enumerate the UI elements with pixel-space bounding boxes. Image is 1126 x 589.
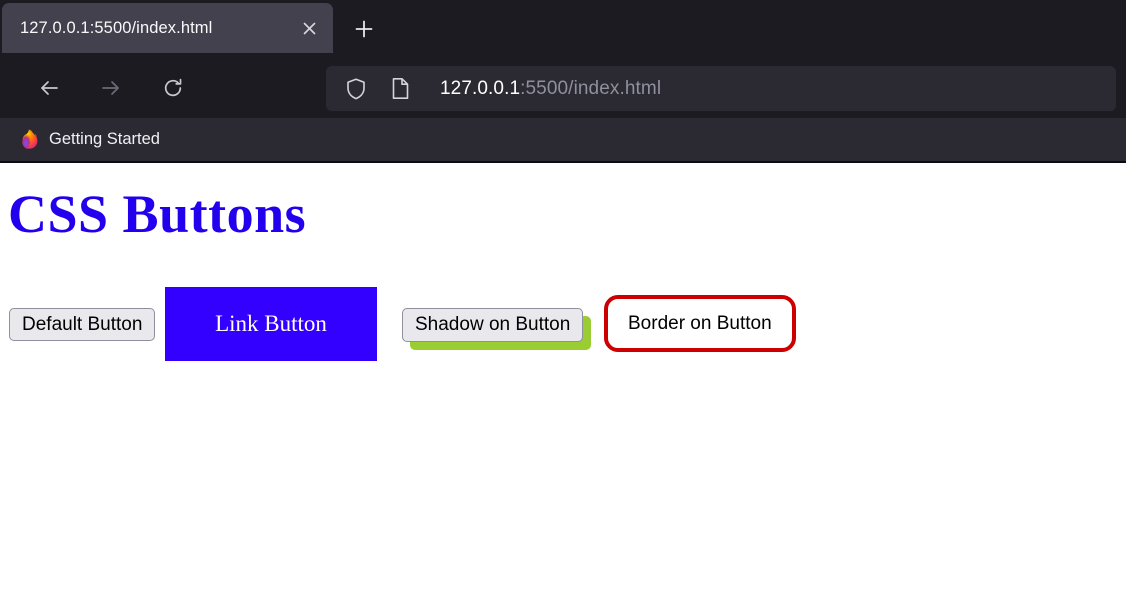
tab-strip: 127.0.0.1:5500/index.html	[0, 0, 1126, 58]
plus-icon[interactable]	[345, 10, 383, 48]
page-document-icon[interactable]	[384, 73, 416, 105]
page-content: CSS Buttons Default Button Link Button S…	[0, 163, 1126, 589]
bookmarks-toolbar: Getting Started	[0, 118, 1126, 163]
default-button[interactable]: Default Button	[9, 308, 156, 341]
browser-window: 127.0.0.1:5500/index.html 127.0.0.1:5500…	[0, 0, 1126, 589]
reload-icon[interactable]	[152, 67, 194, 109]
close-icon[interactable]	[295, 14, 323, 42]
url-bar[interactable]: 127.0.0.1:5500/index.html	[326, 66, 1116, 111]
url-path: :5500/index.html	[520, 77, 662, 99]
shield-icon[interactable]	[340, 73, 372, 105]
url-text: 127.0.0.1:5500/index.html	[440, 78, 661, 100]
border-button[interactable]: Border on Button	[604, 295, 796, 352]
firefox-logo-icon	[18, 129, 39, 150]
bookmark-getting-started[interactable]: Getting Started	[10, 125, 168, 154]
arrow-left-icon[interactable]	[28, 67, 70, 109]
button-row: Default Button Link Button Shadow on But…	[0, 287, 1126, 407]
link-button[interactable]: Link Button	[165, 287, 377, 361]
bookmark-label: Getting Started	[49, 130, 160, 148]
url-host: 127.0.0.1	[440, 77, 521, 99]
browser-tab[interactable]: 127.0.0.1:5500/index.html	[2, 3, 333, 53]
navigation-toolbar: 127.0.0.1:5500/index.html	[0, 58, 1126, 118]
page-title: CSS Buttons	[8, 184, 307, 244]
shadow-button[interactable]: Shadow on Button	[402, 308, 584, 342]
arrow-right-icon[interactable]	[90, 67, 132, 109]
tab-title: 127.0.0.1:5500/index.html	[20, 18, 213, 37]
